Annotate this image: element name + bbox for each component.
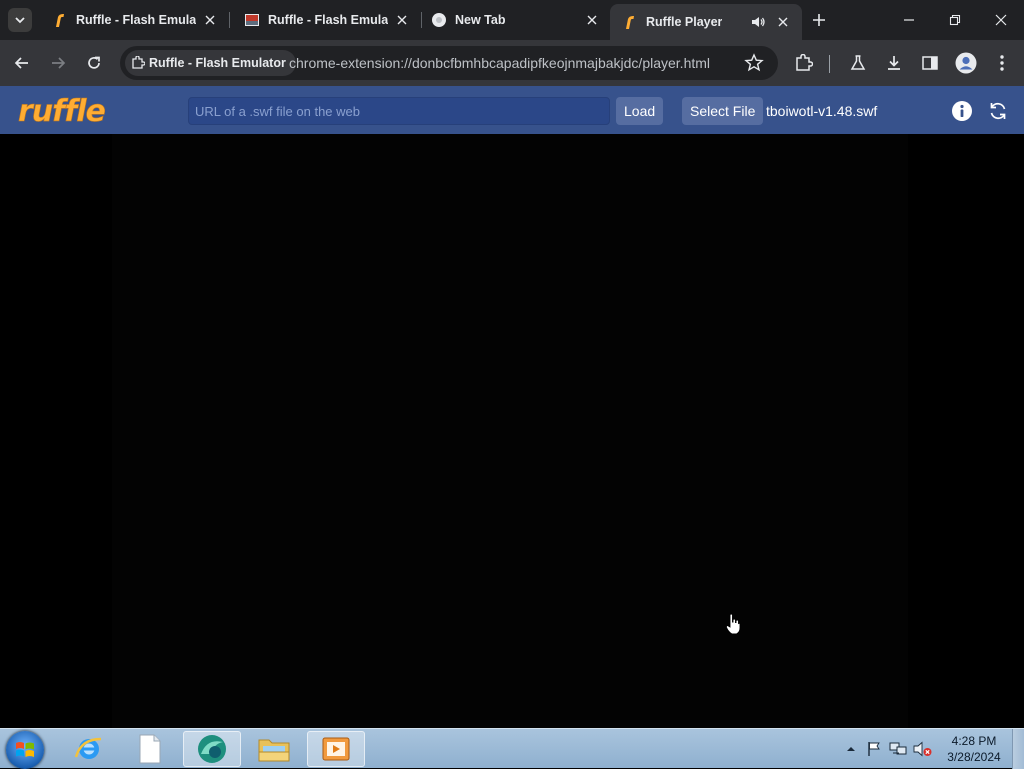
tab-title: Ruffle Player <box>646 15 723 29</box>
downloads-button[interactable] <box>882 51 906 75</box>
url-text[interactable]: chrome-extension://donbcfbmhbcapadipfkeo… <box>289 55 710 71</box>
image-favicon-icon <box>245 14 259 26</box>
taskbar-internet-explorer[interactable] <box>60 731 118 767</box>
tray-action-center[interactable] <box>864 729 884 769</box>
info-button[interactable] <box>950 99 974 123</box>
toolbar-divider <box>829 55 830 73</box>
extension-icon <box>132 56 145 69</box>
flash-stage[interactable] <box>112 134 908 728</box>
tab-strip: Ruffle - Flash Emulator Ruffle - Flash E… <box>0 0 1024 40</box>
svg-text:ruffle: ruffle <box>18 94 106 128</box>
flash-player-area[interactable] <box>0 134 1024 728</box>
site-chip-label: Ruffle - Flash Emulator <box>149 56 286 70</box>
labs-button[interactable] <box>846 51 870 75</box>
close-icon <box>995 14 1007 26</box>
reload-button[interactable] <box>82 51 106 75</box>
close-icon[interactable] <box>394 12 410 28</box>
close-icon[interactable] <box>202 12 218 28</box>
new-tab-button[interactable] <box>808 9 830 31</box>
avatar-icon <box>955 52 977 74</box>
ruffle-favicon-icon <box>56 14 64 27</box>
close-icon[interactable] <box>775 14 791 30</box>
flag-icon <box>868 742 880 756</box>
taskbar-browser-app[interactable] <box>183 731 241 767</box>
tab-title: New Tab <box>455 13 506 27</box>
flask-icon <box>850 55 866 70</box>
hand-cursor-icon <box>725 613 741 635</box>
minimize-icon <box>904 19 914 21</box>
menu-button[interactable] <box>990 51 1014 75</box>
window-close-button[interactable] <box>978 0 1024 40</box>
ruffle-logo: ruffle <box>18 94 107 128</box>
download-icon <box>888 56 900 70</box>
extensions-button[interactable] <box>792 51 816 75</box>
restore-icon <box>949 14 961 26</box>
ruffle-favicon-icon <box>626 16 634 29</box>
clock-time: 4:28 PM <box>951 734 997 748</box>
show-desktop-button[interactable] <box>1012 729 1024 769</box>
back-button[interactable] <box>10 51 34 75</box>
site-info-chip[interactable]: Ruffle - Flash Emulator <box>125 50 296 76</box>
speaker-icon[interactable] <box>750 14 766 30</box>
internet-explorer-icon <box>74 737 102 759</box>
clock-date: 3/28/2024 <box>947 750 1001 764</box>
windows-taskbar: 4:28 PM 3/28/2024 <box>0 728 1024 769</box>
system-clock[interactable]: 4:28 PM 3/28/2024 <box>942 733 1006 765</box>
start-button[interactable] <box>6 731 44 769</box>
puzzle-icon <box>796 54 813 71</box>
tray-volume[interactable] <box>912 729 934 769</box>
tab-ruffle-1[interactable]: Ruffle - Flash Emulator <box>40 4 228 36</box>
close-icon[interactable] <box>584 12 600 28</box>
tab-ruffle-2[interactable]: Ruffle - Flash Emulator <box>232 4 420 36</box>
ruffle-header: ruffle Load Select File tboiwotl-v1.48.s… <box>0 86 1024 134</box>
blank-document-icon <box>139 734 161 764</box>
taskbar-blank-document[interactable] <box>121 731 179 767</box>
info-icon <box>952 101 972 121</box>
chrome-favicon-icon <box>432 13 446 27</box>
tab-title: Ruffle - Flash Emulator <box>268 13 388 27</box>
browser-toolbar: Ruffle - Flash Emulator chrome-extension… <box>0 40 1024 86</box>
reload-icon <box>88 56 100 69</box>
back-arrow-icon <box>14 57 28 69</box>
chevron-up-icon <box>847 747 855 751</box>
side-panel-button[interactable] <box>918 51 942 75</box>
minimize-button[interactable] <box>886 0 932 40</box>
plus-icon <box>813 14 825 26</box>
tray-network[interactable] <box>888 729 908 769</box>
show-hidden-icons-button[interactable] <box>843 729 859 769</box>
select-file-button[interactable]: Select File <box>682 97 764 125</box>
media-player-icon <box>322 737 350 761</box>
windows-logo-icon <box>16 742 34 757</box>
reload-player-button[interactable] <box>986 99 1010 123</box>
chevron-down-icon <box>15 17 25 24</box>
load-button[interactable]: Load <box>616 97 664 125</box>
tab-separator <box>229 12 230 28</box>
side-panel-icon <box>922 56 938 70</box>
swf-url-input[interactable] <box>188 97 610 125</box>
forward-button[interactable] <box>46 51 70 75</box>
volume-muted-icon <box>913 741 932 757</box>
omnibox[interactable]: Ruffle - Flash Emulator chrome-extension… <box>120 46 778 80</box>
taskbar-file-explorer[interactable] <box>245 731 303 767</box>
restore-button[interactable] <box>932 0 978 40</box>
tab-new-tab[interactable]: New Tab <box>419 4 607 36</box>
taskbar-media-player[interactable] <box>307 731 365 767</box>
forward-arrow-icon <box>52 57 66 69</box>
kebab-menu-icon <box>1000 55 1004 71</box>
refresh-icon <box>990 102 1006 120</box>
network-icon <box>889 742 907 755</box>
tab-search-button[interactable] <box>8 8 32 32</box>
tab-title: Ruffle - Flash Emulator <box>76 13 196 27</box>
tab-ruffle-player[interactable]: Ruffle Player <box>610 4 802 40</box>
profile-button[interactable] <box>954 51 978 75</box>
browser-app-icon <box>198 735 226 763</box>
bookmark-star-icon[interactable] <box>744 53 764 73</box>
folder-icon <box>258 739 290 762</box>
selected-file-name: tboiwotl-v1.48.swf <box>766 103 878 119</box>
